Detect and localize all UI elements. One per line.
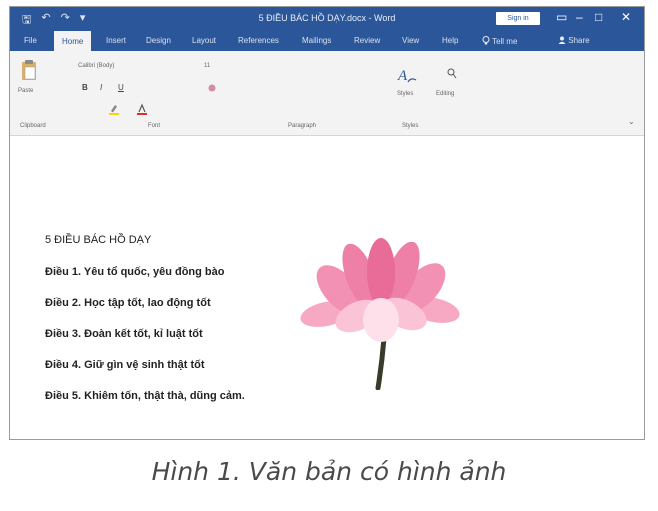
tell-me-label: Tell me xyxy=(492,37,518,46)
document-title: 5 ĐIỀU BÁC HỒ DẠY.docx - Word xyxy=(258,13,396,23)
tab-home[interactable]: Home xyxy=(54,31,92,51)
font-size-box[interactable]: 11 xyxy=(204,63,210,69)
group-font: Font xyxy=(148,123,161,129)
find-icon[interactable] xyxy=(446,67,458,81)
tab-view[interactable]: View xyxy=(402,36,419,45)
word-window: 🖫 ↶ ↷ ▾ 5 ĐIỀU BÁC HỒ DẠY.docx - Word Si… xyxy=(9,6,645,440)
ribbon-home: Paste Calibri (Body) 11 B I U A Styles E… xyxy=(10,51,644,136)
tab-insert[interactable]: Insert xyxy=(106,36,126,45)
tab-design[interactable]: Design xyxy=(146,36,171,45)
group-paragraph: Paragraph xyxy=(288,123,317,129)
title-bar: 🖫 ↶ ↷ ▾ 5 ĐIỀU BÁC HỒ DẠY.docx - Word Si… xyxy=(10,7,644,31)
underline-button[interactable]: U xyxy=(118,83,124,92)
styles-icon[interactable]: A xyxy=(396,65,418,85)
editing-label[interactable]: Editing xyxy=(436,91,454,97)
bold-button[interactable]: B xyxy=(82,83,88,92)
document-line-2: Điều 2. Học tập tốt, lao động tốt xyxy=(45,297,211,309)
group-clipboard: Clipboard xyxy=(20,123,46,129)
minimize-button[interactable]: – xyxy=(576,10,583,24)
person-icon xyxy=(558,36,566,44)
paste-label[interactable]: Paste xyxy=(18,88,33,94)
svg-text:A: A xyxy=(397,68,408,84)
clipboard-icon[interactable] xyxy=(20,59,38,81)
text-effects-icon[interactable] xyxy=(207,83,217,93)
tab-help[interactable]: Help xyxy=(442,36,458,45)
document-heading: 5 ĐIỀU BÁC HỒ DẠY xyxy=(45,234,152,246)
styles-label[interactable]: Styles xyxy=(397,91,413,97)
ribbon-display-options-icon[interactable]: ▭ xyxy=(556,10,567,24)
italic-button[interactable]: I xyxy=(100,83,102,92)
maximize-button[interactable]: □ xyxy=(595,10,602,24)
tab-review[interactable]: Review xyxy=(354,36,380,45)
document-page[interactable]: 5 ĐIỀU BÁC HỒ DẠY Điều 1. Yêu tổ quốc, y… xyxy=(10,136,644,439)
sign-in-button[interactable]: Sign in xyxy=(496,12,540,25)
close-button[interactable]: ✕ xyxy=(621,10,631,24)
document-line-4: Điều 4. Giữ gìn vệ sinh thật tốt xyxy=(45,359,205,371)
share-button[interactable]: Share xyxy=(558,36,590,45)
highlight-icon[interactable] xyxy=(108,103,120,115)
font-color-icon[interactable] xyxy=(136,103,148,115)
tab-file[interactable]: File xyxy=(24,36,37,45)
figure-caption: Hình 1. Văn bản có hình ảnh xyxy=(151,457,507,486)
font-name-box[interactable]: Calibri (Body) xyxy=(78,63,114,69)
lotus-flower-image[interactable] xyxy=(300,238,460,390)
tab-mailings[interactable]: Mailings xyxy=(302,36,331,45)
lightbulb-icon xyxy=(482,36,490,45)
document-line-3: Điều 3. Đoàn kết tốt, kỉ luật tốt xyxy=(45,328,203,340)
collapse-ribbon-icon[interactable]: ⌄ xyxy=(628,117,635,126)
group-styles: Styles xyxy=(402,123,419,129)
share-label: Share xyxy=(568,36,590,45)
document-line-1: Điều 1. Yêu tổ quốc, yêu đồng bào xyxy=(45,266,225,278)
tell-me-search[interactable]: Tell me xyxy=(482,36,517,46)
tab-references[interactable]: References xyxy=(238,36,279,45)
ribbon-tabs: File Home Insert Design Layout Reference… xyxy=(10,31,644,51)
document-line-5: Điều 5. Khiêm tốn, thật thà, dũng cảm. xyxy=(45,390,245,402)
tab-layout[interactable]: Layout xyxy=(192,36,216,45)
